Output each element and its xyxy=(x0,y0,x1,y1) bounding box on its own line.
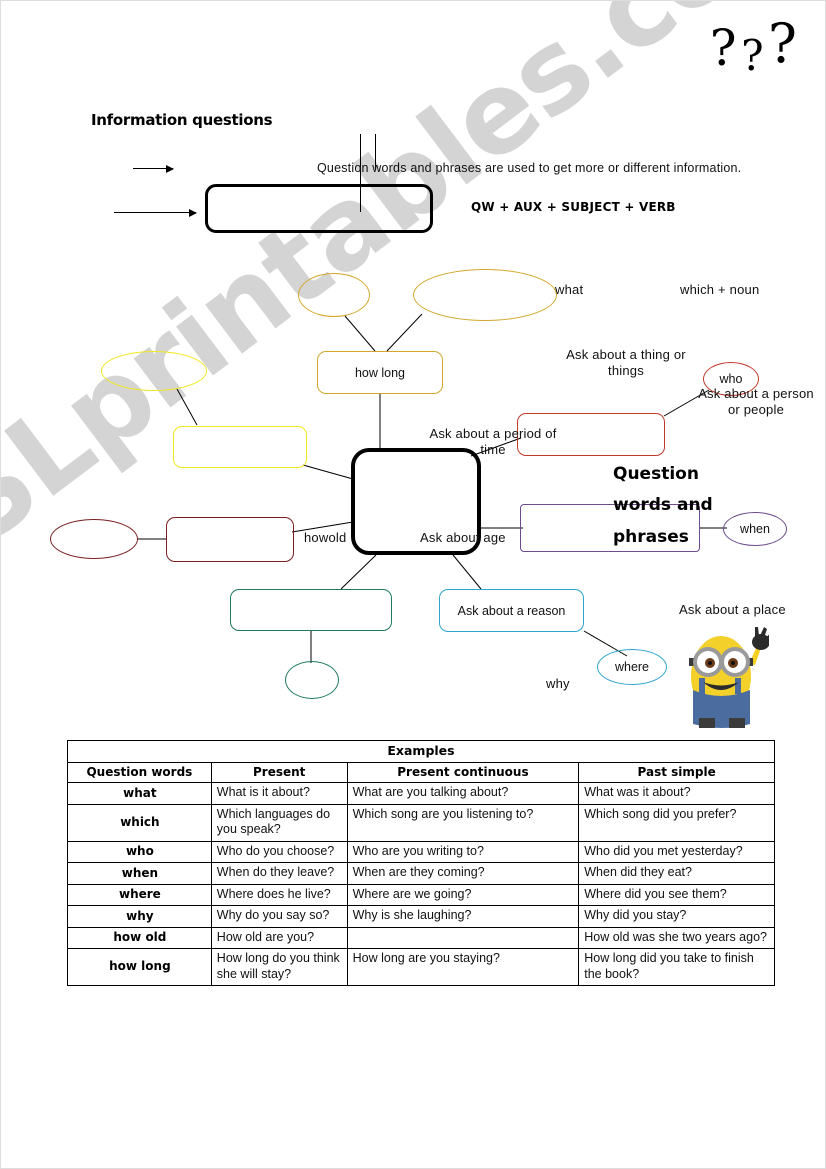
column-header-question-words: Question words xyxy=(67,761,212,784)
diagram-center-title: Question words and phrases xyxy=(613,464,713,547)
label-which-noun: which + noun xyxy=(680,282,760,297)
cell-question-word: who xyxy=(67,840,212,864)
answer-box-blank[interactable] xyxy=(166,517,294,562)
node-when-label: when xyxy=(740,522,770,536)
cell-past-simple: Who did you met yesterday? xyxy=(578,840,775,864)
node-where[interactable]: where xyxy=(597,649,667,685)
node-why-label: why xyxy=(546,676,570,691)
table-row: why Why do you say so? Why is she laughing… xyxy=(67,905,775,928)
table-row: what What is it about? What are you talkin… xyxy=(67,782,775,805)
cell-past-simple: What was it about? xyxy=(578,782,775,805)
cell-present-continuous: What are you talking about? xyxy=(346,782,580,805)
answer-ellipse-blank[interactable] xyxy=(298,273,370,317)
cell-past-simple: Where did you see them? xyxy=(578,883,775,907)
cell-present-continuous: When are they coming? xyxy=(346,862,580,885)
cell-question-word: why xyxy=(67,905,212,928)
cell-question-word: when xyxy=(67,862,212,885)
cell-past-simple: How old was she two years ago? xyxy=(578,926,775,950)
cell-present-continuous: Which song are you listening to? xyxy=(346,803,580,842)
cell-present: When do they leave? xyxy=(210,862,348,885)
cell-past-simple: How long did you take to finish the book… xyxy=(578,948,775,987)
formula-text: QW + AUX + SUBJECT + VERB xyxy=(471,200,676,214)
cell-question-word: which xyxy=(67,803,212,842)
node-who-label: who xyxy=(719,372,743,386)
node-how-long[interactable]: how long xyxy=(317,351,443,394)
cell-past-simple: Which song did you prefer? xyxy=(578,803,775,842)
node-how-long-label: how long xyxy=(354,365,406,380)
node-when[interactable]: when xyxy=(723,512,787,546)
arrow-icon xyxy=(133,164,174,173)
column-header-present-continuous: Present continuous xyxy=(346,761,580,784)
examples-table: Examples Question words Present Present … xyxy=(67,740,775,987)
cell-past-simple: When did they eat? xyxy=(578,862,775,885)
description-reason-label: Ask about a reason xyxy=(457,603,566,618)
examples-table-wrapper: Examples Question words Present Present … xyxy=(67,740,775,987)
cell-question-word: how old xyxy=(67,926,212,950)
cell-present: What is it about? xyxy=(210,782,348,805)
table-header-row: Question words Present Present continuou… xyxy=(67,761,775,784)
table-row: who Who do you choose? Who are you writing… xyxy=(67,840,775,864)
description-reason-box[interactable]: Ask about a reason xyxy=(439,589,584,632)
cell-present-continuous: Why is she laughing? xyxy=(346,905,580,928)
table-row: which Which languages do you speak? Which … xyxy=(67,803,775,842)
cell-present-continuous: Where are we going? xyxy=(346,883,580,907)
answer-ellipse-blank[interactable] xyxy=(50,519,138,559)
connector-lines xyxy=(137,313,727,663)
answer-box-blank[interactable] xyxy=(173,426,307,468)
cell-present: Who do you choose? xyxy=(210,840,348,864)
description-age: Ask about age xyxy=(420,530,506,545)
intro-sentence: Question words and phrases are used to g… xyxy=(317,161,742,175)
answer-box-blank[interactable] xyxy=(230,589,392,631)
label-what: what xyxy=(555,282,584,297)
column-header-present: Present xyxy=(210,761,348,784)
node-where-label: where xyxy=(614,660,650,674)
minion-character-image xyxy=(689,627,769,728)
description-person-or-people: Ask about a person or people xyxy=(698,386,814,417)
table-caption: Examples xyxy=(67,740,775,763)
cell-present: How old are you? xyxy=(210,926,348,950)
arrow-icon xyxy=(114,208,197,217)
cell-present-continuous: How long are you staying? xyxy=(346,948,580,987)
table-row: where Where does he live? Where are we goi… xyxy=(67,883,775,907)
worksheet-page: ESLprintables.com ? ? ? Information ques… xyxy=(0,0,826,1169)
column-header-past-simple: Past simple xyxy=(578,761,775,784)
table-caption-row: Examples xyxy=(67,740,775,763)
question-mark-icon: ? xyxy=(709,19,737,77)
page-title: Information questions xyxy=(91,111,273,129)
answer-box-structure[interactable] xyxy=(205,184,433,233)
cell-question-word: what xyxy=(67,782,212,805)
table-row: when When do they leave? When are they com… xyxy=(67,862,775,885)
cell-past-simple: Why did you stay? xyxy=(578,905,775,928)
cell-question-word: where xyxy=(67,883,212,907)
description-period-of-time: Ask about a period of time xyxy=(429,426,557,457)
description-thing-or-things: Ask about a thing or things xyxy=(566,347,686,378)
answer-ellipse-blank[interactable] xyxy=(101,351,207,391)
table-row: how old How old are you? How old was she t… xyxy=(67,926,775,950)
cell-present: Where does he live? xyxy=(210,883,348,907)
question-mark-icon: ? xyxy=(768,12,797,75)
cell-present-continuous: Who are you writing to? xyxy=(346,840,580,864)
description-place: Ask about a place xyxy=(679,602,786,617)
answer-ellipse-blank[interactable] xyxy=(413,269,557,321)
cell-question-word: how long xyxy=(67,948,212,987)
table-row: how long How long do you think she will s… xyxy=(67,948,775,987)
cell-present: Why do you say so? xyxy=(210,905,348,928)
cell-present-continuous xyxy=(346,926,580,950)
node-how-old-label: howold xyxy=(304,530,347,545)
cell-present: Which languages do you speak? xyxy=(210,803,348,842)
cell-present: How long do you think she will stay? xyxy=(210,948,348,987)
question-mark-icon: ? xyxy=(741,31,764,80)
question-marks-decoration: ? ? ? xyxy=(709,17,797,80)
answer-ellipse-blank[interactable] xyxy=(285,661,339,699)
